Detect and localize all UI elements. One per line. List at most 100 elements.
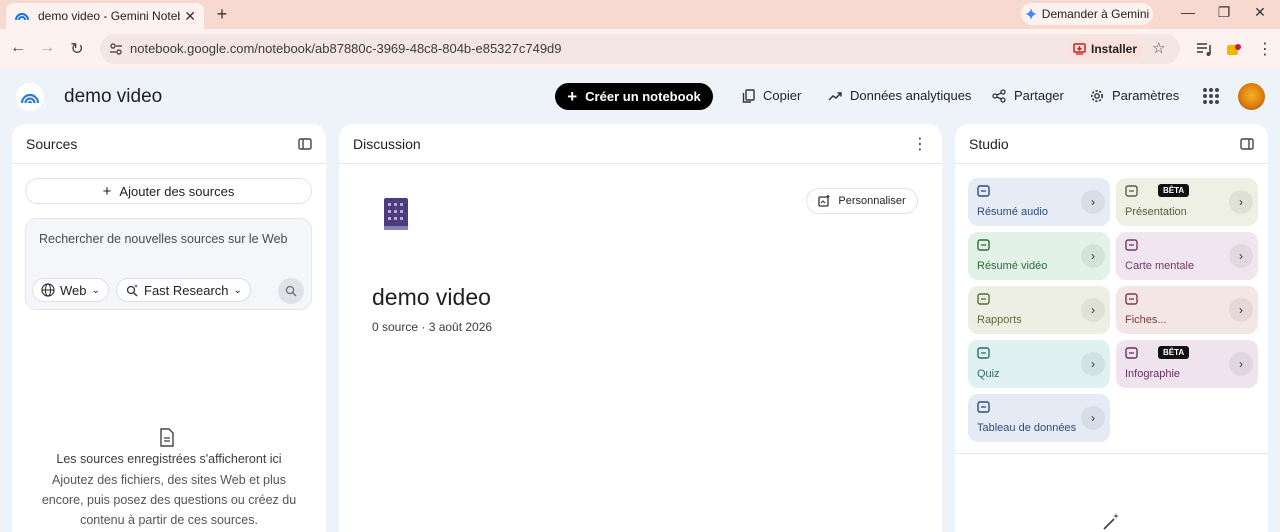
- personalize-button[interactable]: Personnaliser: [806, 188, 918, 214]
- sources-panel: Sources + Ajouter des sources Rechercher…: [12, 124, 326, 532]
- studio-panel: Studio Résumé audio › BÊTA Présentation › Rés…: [955, 124, 1268, 532]
- extension-puzzle-icon[interactable]: [1225, 41, 1243, 57]
- web-search-input[interactable]: Rechercher de nouvelles sources sur le W…: [39, 232, 288, 246]
- studio-tile-video-summary[interactable]: Résumé vidéo ›: [968, 232, 1110, 280]
- flashcards-icon: [1125, 293, 1138, 305]
- browser-menu-icon[interactable]: ⋮: [1255, 39, 1275, 59]
- web-chip-label: Web: [60, 282, 87, 298]
- discussion-header: Discussion ⋮: [339, 124, 942, 164]
- chevron-right-icon[interactable]: ›: [1229, 244, 1253, 268]
- browser-tab[interactable]: demo video - Gemini Notebook ✕: [6, 3, 204, 29]
- web-search-box: Rechercher de nouvelles sources sur le W…: [25, 218, 312, 310]
- studio-tile-label: Fiches...: [1125, 314, 1167, 326]
- address-bar[interactable]: notebook.google.com/notebook/ab87880c-39…: [100, 34, 1180, 64]
- studio-tile-reports[interactable]: Rapports ›: [968, 286, 1110, 334]
- search-icon: [285, 285, 297, 297]
- collapse-panel-icon[interactable]: [1240, 137, 1254, 150]
- gear-icon: [1091, 89, 1103, 102]
- copy-label: Copier: [763, 88, 802, 103]
- sparkle-search-icon: [126, 284, 138, 297]
- create-notebook-button[interactable]: + Créer un notebook: [555, 83, 713, 110]
- avatar[interactable]: [1238, 83, 1265, 110]
- notebook-favicon-icon: [15, 13, 29, 21]
- url-text[interactable]: notebook.google.com/notebook/ab87880c-39…: [130, 41, 562, 56]
- forward-icon[interactable]: →: [37, 39, 57, 57]
- studio-tile-label: Carte mentale: [1125, 260, 1195, 272]
- plus-icon: +: [567, 86, 578, 106]
- apps-grid-icon[interactable]: [1203, 88, 1219, 104]
- empty-sources-description: Ajoutez des fichiers, des sites Web et p…: [41, 473, 297, 527]
- settings-button[interactable]: Paramètres: [1090, 88, 1179, 103]
- search-submit-button[interactable]: [278, 278, 304, 304]
- share-label: Partager: [1014, 88, 1064, 103]
- new-tab-button[interactable]: +: [212, 4, 232, 25]
- chevron-down-icon: ⌄: [91, 284, 100, 296]
- studio-tile-audio-summary[interactable]: Résumé audio ›: [968, 178, 1110, 226]
- maximize-icon[interactable]: ❐: [1214, 4, 1234, 21]
- minimize-icon[interactable]: —: [1178, 4, 1198, 20]
- notebook-heading: demo video: [372, 284, 491, 310]
- chevron-right-icon[interactable]: ›: [1081, 190, 1105, 214]
- studio-tile-label: Présentation: [1125, 206, 1187, 218]
- studio-tile-data-table[interactable]: Tableau de données ›: [968, 394, 1110, 442]
- studio-header: Studio: [955, 124, 1268, 164]
- chevron-right-icon[interactable]: ›: [1081, 244, 1105, 268]
- document-icon: [160, 428, 174, 447]
- share-button[interactable]: Partager: [992, 88, 1064, 103]
- studio-tile-infographic[interactable]: BÊTA Infographie ›: [1116, 340, 1258, 388]
- mind-map-icon: [1125, 239, 1138, 251]
- studio-tile-label: Quiz: [977, 368, 1000, 380]
- web-source-dropdown[interactable]: Web ⌄: [32, 278, 109, 302]
- browser-toolbar: ← → ↻ notebook.google.com/notebook/ab878…: [0, 29, 1280, 69]
- empty-sources-title: Les sources enregistrées s'afficheront i…: [56, 452, 282, 466]
- sources-title: Sources: [26, 135, 78, 152]
- studio-tile-presentation[interactable]: BÊTA Présentation ›: [1116, 178, 1258, 226]
- collapse-panel-icon[interactable]: [298, 137, 312, 150]
- beta-badge: BÊTA: [1158, 184, 1190, 197]
- chevron-right-icon[interactable]: ›: [1081, 298, 1105, 322]
- notebook-title[interactable]: demo video: [64, 86, 162, 108]
- studio-divider: [955, 453, 1268, 454]
- notebook-meta: 0 source · 3 août 2026: [372, 320, 493, 334]
- notebook-logo-icon[interactable]: [16, 83, 44, 111]
- chevron-right-icon[interactable]: ›: [1081, 352, 1105, 376]
- copy-icon: [742, 88, 755, 103]
- bookmark-star-icon[interactable]: ☆: [1152, 39, 1165, 57]
- analytics-label: Données analytiques: [850, 88, 972, 103]
- audio-wave-icon: [977, 185, 990, 197]
- analytics-button[interactable]: Données analytiques: [828, 88, 971, 103]
- studio-tile-flashcards[interactable]: Fiches... ›: [1116, 286, 1258, 334]
- gemini-spark-icon: [1024, 8, 1037, 20]
- ask-gemini-button[interactable]: Demander à Gemini: [1021, 3, 1153, 25]
- studio-tile-label: Infographie: [1125, 368, 1181, 380]
- ask-gemini-label: Demander à Gemini: [1041, 7, 1150, 21]
- infographic-icon: [1125, 347, 1138, 359]
- research-mode-dropdown[interactable]: Fast Research ⌄: [116, 278, 251, 302]
- back-icon[interactable]: ←: [8, 39, 28, 57]
- plus-icon: +: [102, 182, 112, 200]
- chevron-right-icon[interactable]: ›: [1081, 406, 1105, 430]
- beta-badge: BÊTA: [1158, 346, 1190, 359]
- more-options-icon[interactable]: ⋮: [912, 134, 928, 154]
- chevron-right-icon[interactable]: ›: [1229, 352, 1253, 376]
- chevron-right-icon[interactable]: ›: [1229, 298, 1253, 322]
- presentation-icon: [1125, 185, 1138, 197]
- install-icon: [1073, 43, 1086, 55]
- studio-title: Studio: [969, 135, 1009, 152]
- add-sources-button[interactable]: + Ajouter des sources: [25, 178, 312, 204]
- chevron-right-icon[interactable]: ›: [1229, 190, 1253, 214]
- tab-title: demo video - Gemini Notebook: [38, 9, 180, 23]
- studio-tile-label: Résumé vidéo: [977, 260, 1048, 272]
- install-button[interactable]: Installer: [1067, 38, 1143, 60]
- chevron-down-icon: ⌄: [233, 284, 242, 296]
- site-info-icon[interactable]: [108, 41, 124, 57]
- studio-tile-quiz[interactable]: Quiz ›: [968, 340, 1110, 388]
- copy-button[interactable]: Copier: [742, 88, 801, 103]
- tab-close-icon[interactable]: ✕: [184, 8, 196, 25]
- close-window-icon[interactable]: ✕: [1250, 4, 1270, 21]
- media-control-icon[interactable]: [1196, 41, 1214, 57]
- sources-header: Sources: [12, 124, 326, 164]
- studio-tile-mind-map[interactable]: Carte mentale ›: [1116, 232, 1258, 280]
- research-chip-label: Fast Research: [144, 282, 229, 298]
- reload-icon[interactable]: ↻: [67, 39, 87, 59]
